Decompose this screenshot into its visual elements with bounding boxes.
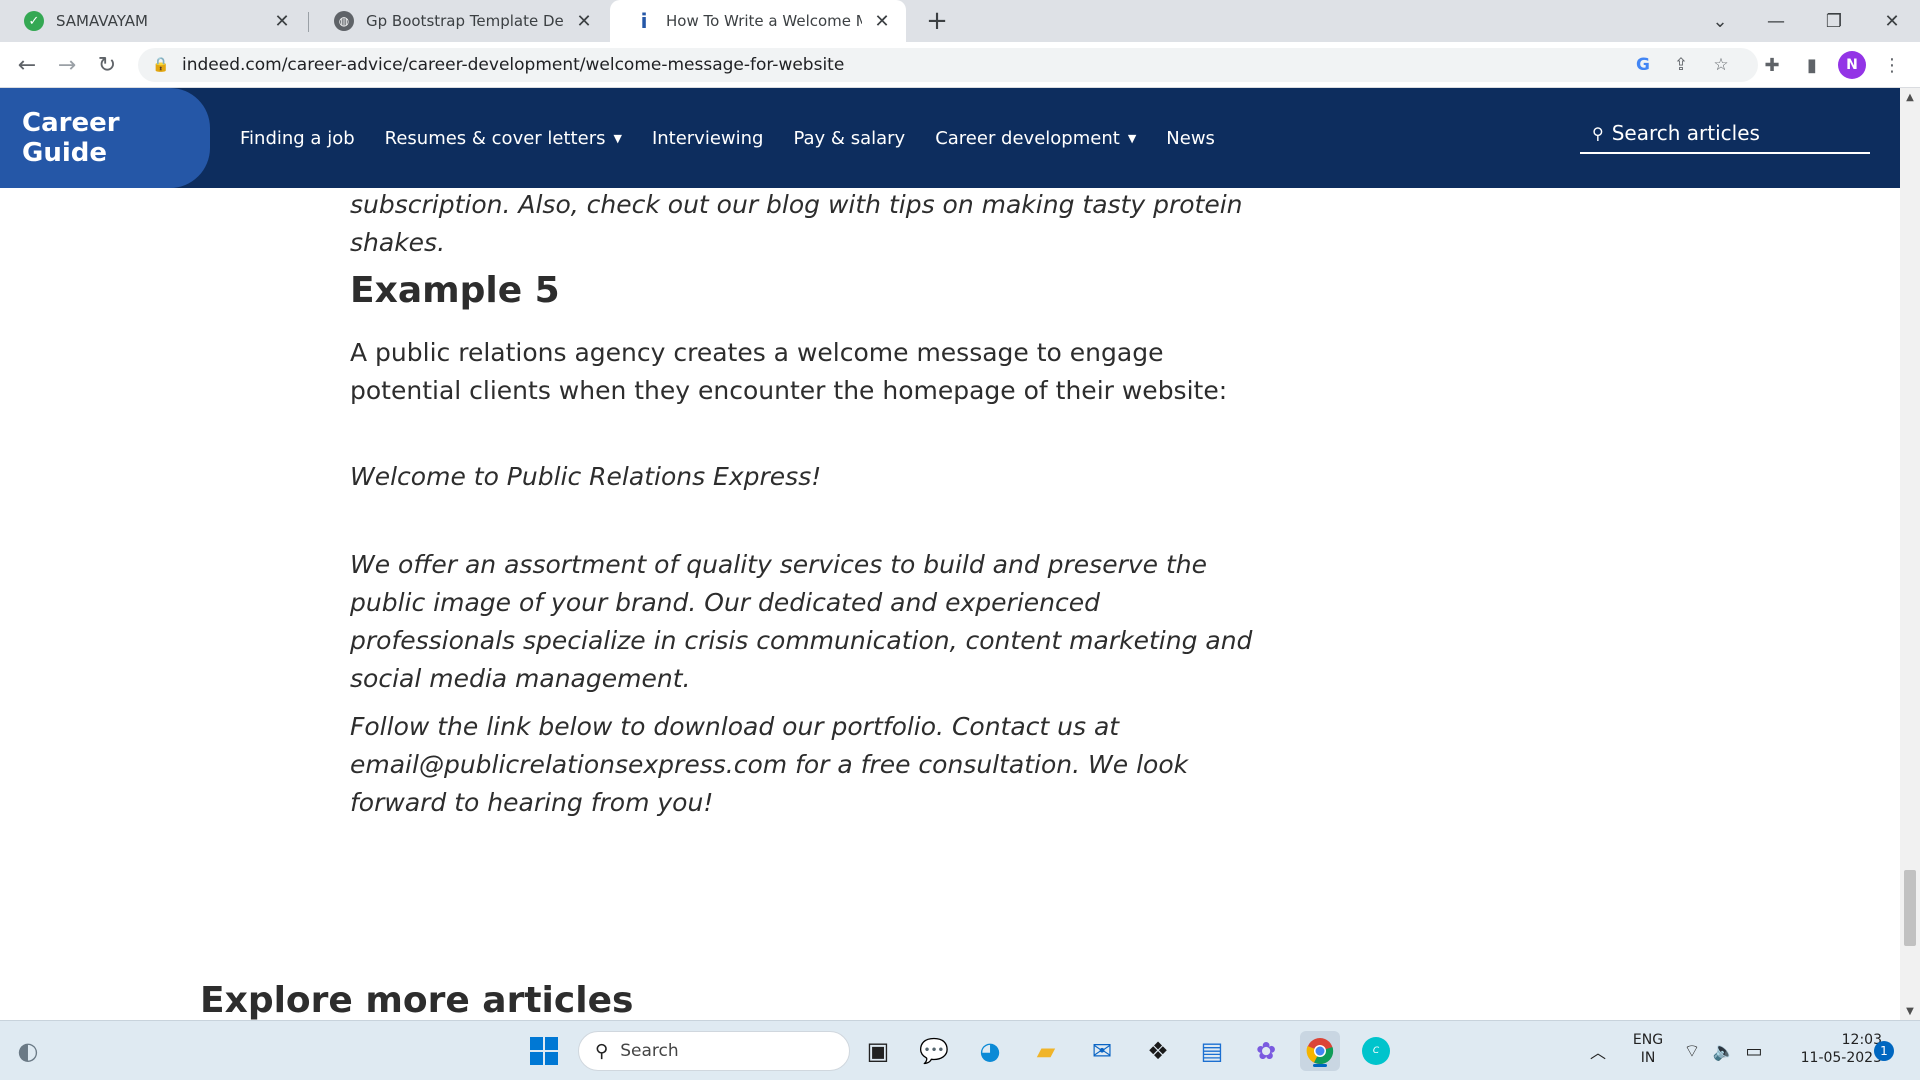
teams-chat-icon[interactable]: 💬 (914, 1031, 954, 1071)
chrome-logo-icon (1306, 1038, 1334, 1065)
nav-news[interactable]: News (1166, 128, 1215, 149)
indeed-icon: i (640, 9, 648, 33)
close-tab-icon[interactable]: ✕ (872, 11, 892, 32)
search-articles-input[interactable]: ⚲ Search articles (1580, 114, 1870, 154)
minimize-button[interactable]: — (1748, 0, 1804, 42)
taskbar-search-box[interactable]: ⚲ Search (578, 1031, 850, 1071)
side-panel-icon[interactable]: ▮ (1798, 51, 1826, 79)
nav-label: Pay & salary (793, 127, 906, 149)
lang-top: ENG (1632, 1032, 1664, 1048)
page-scrollbar[interactable]: ▲ ▼ (1900, 88, 1920, 1020)
caret-down-icon: ▼ (613, 131, 622, 145)
nav-label: Interviewing (651, 127, 764, 149)
tab-title: SAMAVAYAM (56, 12, 148, 30)
nav-career-development[interactable]: Career development ▼ (935, 128, 1136, 149)
article-viewport: subscription. Also, check out our blog w… (0, 188, 1900, 1020)
search-icon: ⚲ (1592, 123, 1604, 143)
nav-finding-a-job[interactable]: Finding a job (240, 128, 355, 149)
extensions-icon[interactable]: ✚ (1758, 51, 1786, 79)
tab-title: Gp Bootstrap Template Demo (366, 12, 564, 30)
edge-browser-icon[interactable]: ◕ (970, 1031, 1010, 1071)
nav-interviewing[interactable]: Interviewing (652, 128, 764, 149)
browser-toolbar: ← → ↻ 🔒 indeed.com/career-advice/career-… (0, 42, 1920, 88)
check-icon: ✓ (24, 11, 44, 31)
weather-widget-icon[interactable]: ◐ (8, 1031, 48, 1071)
windows-taskbar: ◐ ⚲ Search ▣ 💬 ◕ ▰ ✉ ❖ ▤ ✿ C ︿ ENG IN ⌔ … (0, 1020, 1920, 1080)
canva-logo-icon: C (1362, 1037, 1390, 1065)
example-quote-greeting: Welcome to Public Relations Express! (350, 462, 822, 491)
forward-button[interactable]: → (52, 50, 82, 80)
previous-paragraph-tail: subscription. Also, check out our blog w… (350, 190, 1243, 257)
search-icon: ⚲ (595, 1040, 609, 1062)
task-view-icon[interactable]: ▣ (858, 1031, 898, 1071)
close-window-button[interactable]: ✕ (1864, 0, 1920, 42)
clock-date: 11-05-2023 (1800, 1050, 1882, 1066)
nav-label: Career development (935, 127, 1120, 149)
language-indicator[interactable]: ENG IN (1626, 1031, 1670, 1067)
google-translate-icon[interactable]: G (1630, 52, 1656, 78)
lock-icon[interactable]: 🔒 (152, 57, 170, 73)
nav-label: Resumes & cover letters (384, 127, 606, 149)
share-icon[interactable]: ⇪ (1668, 52, 1694, 78)
intro-paragraph: A public relations agency creates a welc… (350, 338, 1228, 405)
battery-icon[interactable]: ▭ (1734, 1031, 1774, 1071)
tab-welcome-message[interactable]: i How To Write a Welcome Messa ✕ (610, 0, 906, 42)
site-header: Career Guide Finding a job Resumes & cov… (0, 88, 1900, 188)
scroll-down-arrow[interactable]: ▼ (1900, 1002, 1920, 1020)
close-tab-icon[interactable]: ✕ (272, 11, 292, 32)
tab-separator (308, 12, 309, 32)
copilot-icon[interactable]: ✿ (1246, 1031, 1286, 1071)
taskbar-search-label: Search (620, 1041, 679, 1061)
section-heading: Example 5 (350, 270, 560, 311)
restore-button[interactable]: ❐ (1806, 0, 1862, 42)
example-quote-services: We offer an assortment of quality servic… (350, 550, 1253, 693)
show-hidden-icons-chevron-icon[interactable]: ︿ (1578, 1031, 1618, 1071)
tab-title: How To Write a Welcome Messa (666, 12, 862, 30)
scroll-up-arrow[interactable]: ▲ (1900, 88, 1920, 106)
profile-avatar[interactable]: N (1838, 51, 1866, 79)
nav-label: News (1166, 127, 1215, 149)
explore-more-heading: Explore more articles (200, 980, 634, 1020)
address-bar[interactable]: 🔒 indeed.com/career-advice/career-develo… (138, 48, 1758, 82)
lang-bottom: IN (1640, 1050, 1656, 1066)
browser-tab-strip: ✓ SAMAVAYAM ✕ ◍ Gp Bootstrap Template De… (0, 0, 1920, 42)
dropbox-icon[interactable]: ❖ (1138, 1031, 1178, 1071)
example-quote-contact: Follow the link below to download our po… (350, 712, 1189, 817)
nav-label: Finding a job (240, 127, 355, 149)
caret-down-icon: ▼ (1127, 131, 1137, 145)
windows-logo-icon (530, 1037, 558, 1065)
nav-resumes-cover-letters[interactable]: Resumes & cover letters ▼ (385, 128, 622, 149)
clock[interactable]: 12:03 11-05-2023 (1772, 1031, 1882, 1067)
main-nav: Finding a job Resumes & cover letters ▼ I… (240, 88, 1245, 188)
tab-gp-bootstrap[interactable]: ◍ Gp Bootstrap Template Demo ✕ (310, 0, 608, 42)
bookmark-star-icon[interactable]: ☆ (1708, 52, 1734, 78)
career-guide-logo[interactable]: Career Guide (0, 88, 210, 188)
tab-samavayam[interactable]: ✓ SAMAVAYAM ✕ (0, 0, 306, 42)
store-app-icon[interactable]: ▤ (1192, 1031, 1232, 1071)
globe-icon: ◍ (334, 11, 354, 31)
nav-pay-salary[interactable]: Pay & salary (793, 128, 905, 149)
mail-icon[interactable]: ✉ (1082, 1031, 1122, 1071)
tab-search-icon[interactable]: ⌄ (1692, 0, 1748, 42)
new-tab-button[interactable]: + (922, 6, 952, 36)
search-placeholder: Search articles (1611, 121, 1760, 145)
canva-icon[interactable]: C (1356, 1031, 1396, 1071)
reload-button[interactable]: ↻ (92, 50, 122, 80)
notification-badge[interactable]: 1 (1874, 1041, 1894, 1061)
scrollbar-thumb[interactable] (1904, 870, 1916, 946)
close-tab-icon[interactable]: ✕ (574, 11, 594, 32)
file-explorer-icon[interactable]: ▰ (1026, 1031, 1066, 1071)
clock-time: 12:03 (1841, 1032, 1882, 1048)
start-button[interactable] (524, 1031, 564, 1071)
chrome-icon[interactable] (1300, 1031, 1340, 1071)
running-indicator (1313, 1064, 1327, 1067)
url-text: indeed.com/career-advice/career-developm… (182, 55, 845, 75)
menu-kebab-icon[interactable]: ⋮ (1878, 51, 1906, 79)
back-button[interactable]: ← (12, 50, 42, 80)
